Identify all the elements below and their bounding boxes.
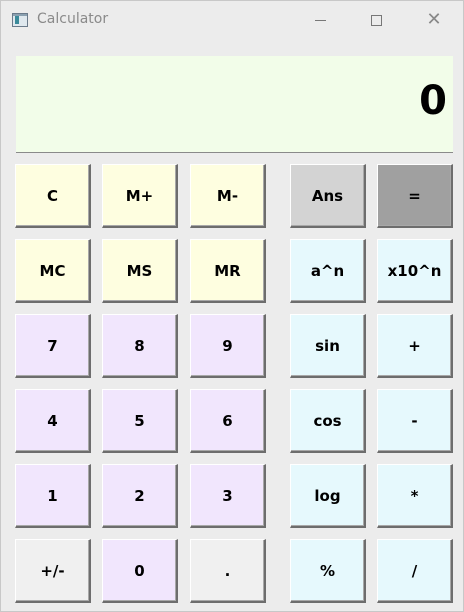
answer-button[interactable]: Ans <box>290 164 366 228</box>
decimal-button[interactable]: . <box>190 539 266 603</box>
calculator-window: Calculator ✕ 0 C M+ M- Ans = MC MS MR a^n x10^n 7 8… <box>0 0 464 612</box>
multiply-button[interactable]: * <box>377 464 453 528</box>
memory-recall-button[interactable]: MR <box>190 239 266 303</box>
sin-button[interactable]: sin <box>290 314 366 378</box>
digit-4-button[interactable]: 4 <box>15 389 91 453</box>
maximize-icon <box>370 14 382 26</box>
percent-button[interactable]: % <box>290 539 366 603</box>
digit-2-button[interactable]: 2 <box>102 464 178 528</box>
digit-8-button[interactable]: 8 <box>102 314 178 378</box>
calculator-app-icon <box>12 13 28 27</box>
memory-clear-button[interactable]: MC <box>15 239 91 303</box>
digit-9-button[interactable]: 9 <box>190 314 266 378</box>
memory-subtract-button[interactable]: M- <box>190 164 266 228</box>
result-display: 0 <box>16 56 453 153</box>
power-button[interactable]: a^n <box>290 239 366 303</box>
minimize-button[interactable] <box>297 1 343 39</box>
maximize-button[interactable] <box>353 1 399 39</box>
digit-5-button[interactable]: 5 <box>102 389 178 453</box>
minimize-icon <box>314 19 326 21</box>
digit-7-button[interactable]: 7 <box>15 314 91 378</box>
equals-button[interactable]: = <box>377 164 453 228</box>
close-icon: ✕ <box>426 9 442 30</box>
close-button[interactable]: ✕ <box>411 1 457 39</box>
divide-button[interactable]: / <box>377 539 453 603</box>
log-button[interactable]: log <box>290 464 366 528</box>
window-title: Calculator <box>37 11 109 27</box>
exponent-button[interactable]: x10^n <box>377 239 453 303</box>
title-bar[interactable]: Calculator ✕ <box>1 1 463 39</box>
cos-button[interactable]: cos <box>290 389 366 453</box>
digit-6-button[interactable]: 6 <box>190 389 266 453</box>
memory-store-button[interactable]: MS <box>102 239 178 303</box>
memory-add-button[interactable]: M+ <box>102 164 178 228</box>
subtract-button[interactable]: - <box>377 389 453 453</box>
clear-button[interactable]: C <box>15 164 91 228</box>
add-button[interactable]: + <box>377 314 453 378</box>
digit-3-button[interactable]: 3 <box>190 464 266 528</box>
digit-0-button[interactable]: 0 <box>102 539 178 603</box>
negate-button[interactable]: +/- <box>15 539 91 603</box>
digit-1-button[interactable]: 1 <box>15 464 91 528</box>
display-value: 0 <box>419 78 447 124</box>
